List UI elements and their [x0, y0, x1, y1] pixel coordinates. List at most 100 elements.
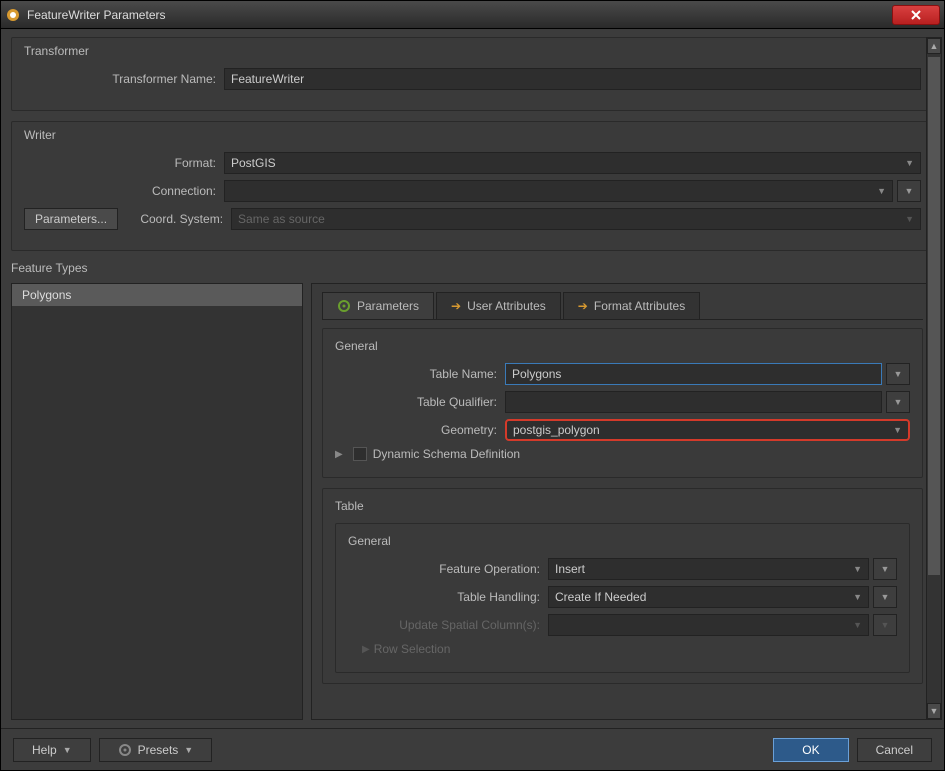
close-button[interactable] — [892, 5, 940, 25]
table-name-row: Table Name: Polygons ▼ — [335, 363, 910, 385]
tabs: Parameters ➔ User Attributes ➔ Format At… — [322, 292, 923, 320]
feature-op-label: Feature Operation: — [348, 562, 548, 576]
feature-op-extra-button[interactable]: ▼ — [873, 558, 897, 580]
chevron-down-icon: ▼ — [853, 564, 862, 574]
format-select[interactable]: PostGIS ▼ — [224, 152, 921, 174]
list-item[interactable]: Polygons — [12, 284, 302, 306]
row-selection-label: Row Selection — [374, 642, 451, 656]
table-name-label: Table Name: — [335, 367, 505, 381]
tab-parameters[interactable]: Parameters — [322, 292, 434, 319]
scroll-thumb[interactable] — [927, 56, 941, 576]
geometry-row: Geometry: postgis_polygon ▼ — [335, 419, 910, 441]
table-qualifier-input[interactable] — [505, 391, 882, 413]
table-general-subgroup: General Feature Operation: Insert ▼ ▼ — [335, 523, 910, 673]
tab-parameters-label: Parameters — [357, 299, 419, 313]
table-qualifier-row: Table Qualifier: ▼ — [335, 391, 910, 413]
geometry-value: postgis_polygon — [513, 423, 600, 437]
feature-op-row: Feature Operation: Insert ▼ ▼ — [348, 558, 897, 580]
coord-row: Parameters... Coord. System: Same as sou… — [24, 208, 921, 230]
table-qualifier-extra-button[interactable]: ▼ — [886, 391, 910, 413]
app-icon — [5, 7, 21, 23]
ok-button[interactable]: OK — [773, 738, 848, 762]
dialog-window: FeatureWriter Parameters Transformer Tra… — [0, 0, 945, 771]
table-name-input[interactable]: Polygons — [505, 363, 882, 385]
chevron-down-icon: ▼ — [877, 186, 886, 196]
general-title: General — [335, 339, 910, 353]
arrow-right-icon: ➔ — [451, 299, 461, 313]
help-button[interactable]: Help ▼ — [13, 738, 91, 762]
tab-format-attributes-label: Format Attributes — [594, 299, 685, 313]
table-qualifier-label: Table Qualifier: — [335, 395, 505, 409]
connection-row: Connection: ▼ ▼ — [24, 180, 921, 202]
feature-types-section: Feature Types Polygons Parameters — [11, 261, 934, 720]
expand-icon: ▶ — [362, 644, 370, 655]
tab-format-attributes[interactable]: ➔ Format Attributes — [563, 292, 700, 319]
writer-group-title: Writer — [24, 128, 921, 142]
chevron-down-icon: ▼ — [184, 745, 193, 755]
dialog-content: Transformer Transformer Name: FeatureWri… — [1, 29, 944, 728]
connection-select[interactable]: ▼ — [224, 180, 893, 202]
chevron-down-icon: ▼ — [893, 425, 902, 435]
coord-value: Same as source — [238, 212, 325, 226]
general-group: General Table Name: Polygons ▼ Table Qua… — [322, 328, 923, 478]
table-title: Table — [335, 499, 910, 513]
table-handling-row: Table Handling: Create If Needed ▼ ▼ — [348, 586, 897, 608]
dynamic-schema-checkbox[interactable] — [353, 447, 367, 461]
transformer-name-label: Transformer Name: — [24, 72, 224, 86]
feature-types-body: Polygons Parameters ➔ User Attributes — [11, 283, 934, 720]
scroll-up-icon[interactable]: ▲ — [927, 38, 941, 54]
coord-select[interactable]: Same as source ▼ — [231, 208, 921, 230]
chevron-down-icon: ▼ — [853, 620, 862, 630]
chevron-down-icon: ▼ — [63, 745, 72, 755]
connection-label: Connection: — [24, 184, 224, 198]
table-handling-extra-button[interactable]: ▼ — [873, 586, 897, 608]
feature-op-select[interactable]: Insert ▼ — [548, 558, 869, 580]
update-spatial-select: ▼ — [548, 614, 869, 636]
table-name-extra-button[interactable]: ▼ — [886, 363, 910, 385]
chevron-down-icon: ▼ — [853, 592, 862, 602]
geometry-select[interactable]: postgis_polygon ▼ — [505, 419, 910, 441]
window-title: FeatureWriter Parameters — [27, 8, 892, 22]
feature-op-value: Insert — [555, 562, 585, 576]
coord-label: Coord. System: — [132, 212, 231, 226]
transformer-group: Transformer Transformer Name: FeatureWri… — [11, 37, 934, 111]
tab-user-attributes-label: User Attributes — [467, 299, 546, 313]
transformer-group-title: Transformer — [24, 44, 921, 58]
titlebar: FeatureWriter Parameters — [1, 1, 944, 29]
table-general-title: General — [348, 534, 897, 548]
presets-label: Presets — [138, 743, 179, 757]
connection-extra-button[interactable]: ▼ — [897, 180, 921, 202]
geometry-label: Geometry: — [335, 423, 505, 437]
update-spatial-extra-button: ▼ — [873, 614, 897, 636]
table-handling-label: Table Handling: — [348, 590, 548, 604]
format-label: Format: — [24, 156, 224, 170]
scroll-down-icon[interactable]: ▼ — [927, 703, 941, 719]
gear-icon — [337, 299, 351, 313]
expand-icon[interactable]: ▶ — [335, 449, 343, 460]
tab-user-attributes[interactable]: ➔ User Attributes — [436, 292, 561, 319]
parameters-button[interactable]: Parameters... — [24, 208, 118, 230]
dynamic-schema-label: Dynamic Schema Definition — [373, 447, 520, 461]
dynamic-schema-row: ▶ Dynamic Schema Definition — [335, 447, 910, 461]
table-handling-value: Create If Needed — [555, 590, 646, 604]
update-spatial-row: Update Spatial Column(s): ▼ ▼ — [348, 614, 897, 636]
dialog-footer: Help ▼ Presets ▼ OK Cancel — [1, 728, 944, 770]
format-row: Format: PostGIS ▼ — [24, 152, 921, 174]
transformer-name-input[interactable]: FeatureWriter — [224, 68, 921, 90]
vertical-scrollbar[interactable]: ▲ ▼ — [926, 37, 942, 720]
table-handling-select[interactable]: Create If Needed ▼ — [548, 586, 869, 608]
transformer-name-row: Transformer Name: FeatureWriter — [24, 68, 921, 90]
update-spatial-label: Update Spatial Column(s): — [348, 618, 548, 632]
cancel-button[interactable]: Cancel — [857, 738, 932, 762]
feature-types-title: Feature Types — [11, 261, 934, 275]
writer-group: Writer Format: PostGIS ▼ Connection: ▼ ▼… — [11, 121, 934, 251]
row-selection-row: ▶ Row Selection — [348, 642, 897, 656]
format-value: PostGIS — [231, 156, 276, 170]
chevron-down-icon: ▼ — [905, 158, 914, 168]
help-label: Help — [32, 743, 57, 757]
chevron-down-icon: ▼ — [905, 214, 914, 224]
arrow-right-icon: ➔ — [578, 299, 588, 313]
feature-types-list[interactable]: Polygons — [11, 283, 303, 720]
table-group: Table General Feature Operation: Insert … — [322, 488, 923, 684]
presets-button[interactable]: Presets ▼ — [99, 738, 213, 762]
